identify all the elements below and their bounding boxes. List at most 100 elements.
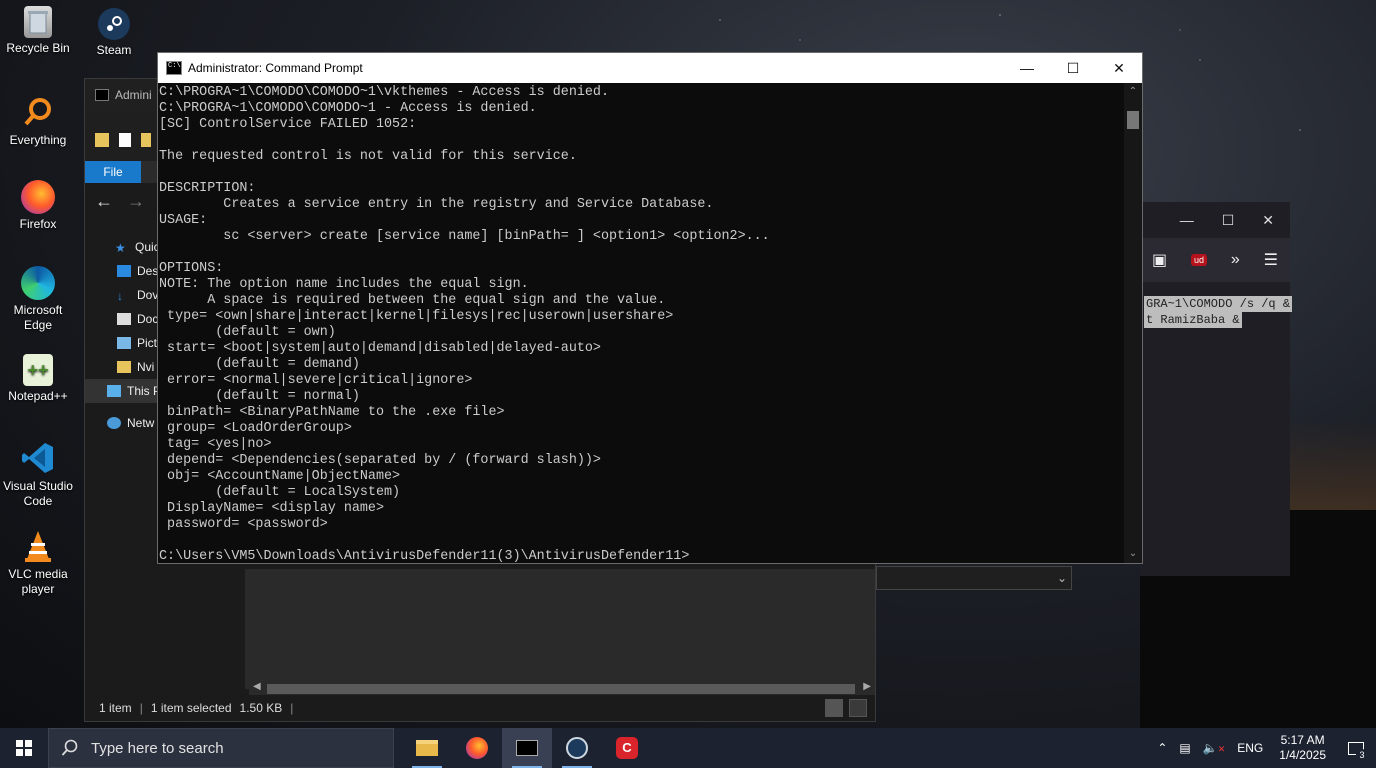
details-view-icon[interactable] [825,699,843,717]
desktop-icon-label: Everything [9,133,67,147]
edge-icon [21,266,55,300]
console-line: USAGE: [159,213,208,228]
scroll-up-icon[interactable]: ⌃ [1124,83,1142,101]
console-line: Creates a service entry in the registry … [159,197,714,212]
console-line: obj= <AccountName|ObjectName> [159,469,401,484]
view-buttons [825,699,867,717]
status-bar: 1 item | 1 item selected 1.50 KB | [85,695,875,721]
desktop-icon-vlc[interactable]: VLC media player [0,528,76,597]
console-line: (default = demand) [159,357,360,372]
sidebar-item-label: Doc [137,312,159,326]
clock[interactable]: 5:17 AM 1/4/2025 [1269,733,1336,763]
close-button[interactable]: ✕ [1096,53,1142,83]
status-size: 1.50 KB [239,701,283,715]
maximize-button[interactable]: ☐ [1050,53,1096,83]
status-item-count: 1 item [99,701,132,715]
language-indicator[interactable]: ENG [1231,741,1269,755]
maximize-icon[interactable]: ☐ [1222,212,1235,229]
minimize-button[interactable]: — [1004,53,1050,83]
start-button[interactable] [0,728,48,768]
recycle-bin-icon [24,6,52,38]
cmd-icon [516,740,538,756]
scroll-left-icon[interactable]: ◀ [253,681,261,692]
clock-date: 1/4/2025 [1279,748,1326,762]
taskbar-comodo[interactable]: C [602,728,652,768]
minimize-icon[interactable]: — [1180,212,1194,228]
sidebar-item-label: Des [137,264,159,278]
taskbar-steam[interactable] [552,728,602,768]
steam-icon [98,8,130,40]
desktop-icon-label: Recycle Bin [6,41,70,55]
maximize-icon: ☐ [1066,59,1080,76]
console-line: C:\Users\VM5\Downloads\AntivirusDefender… [159,549,690,564]
taskbar-search-box[interactable]: Type here to search [48,728,394,768]
cmd-titlebar[interactable]: Administrator: Command Prompt — ☐ ✕ [158,53,1142,83]
back-arrow-icon[interactable]: ← [95,191,113,212]
desktop-icon-vscode[interactable]: Visual Studio Code [0,440,76,509]
notification-count: 3 [1356,749,1368,761]
desktop-icon-everything[interactable]: Everything [0,94,76,148]
taskbar-file-explorer[interactable] [402,728,452,768]
scroll-right-icon[interactable]: ▶ [863,681,871,692]
extensions-icon[interactable]: ▣ [1152,250,1167,270]
folder-icon[interactable] [141,133,151,147]
console-output[interactable]: C:\PROGRA~1\COMODO\COMODO~1\vkthemes - A… [158,85,1124,564]
desktop-icon-label: Microsoft Edge [13,303,63,332]
tab-file[interactable]: File [85,161,141,183]
console-line: DisplayName= <display name> [159,501,384,516]
scrollbar-thumb[interactable] [1127,111,1139,129]
status-separator: | [290,701,294,715]
taskbar-command-prompt[interactable] [502,728,552,768]
console-line: sc <server> create [service name] [binPa… [159,229,770,244]
command-prompt-window: Administrator: Command Prompt — ☐ ✕ C:\P… [157,52,1143,564]
chevron-up-icon[interactable]: ⌃ [1151,741,1173,755]
scroll-down-icon[interactable]: ⌄ [1124,545,1142,563]
sidebar-item-label: Netw [127,416,155,430]
desktop-icon-recycle-bin[interactable]: Recycle Bin [0,6,76,56]
close-icon[interactable]: ✕ [1262,212,1274,229]
console-line: tag= <yes|no> [159,437,272,452]
taskbar: Type here to search C ⌃ ▤ 🔈✕ ENG 5:17 AM… [0,728,1376,768]
browser-toolbar: ▣ ud » ☰ [1140,238,1290,282]
volume-muted-icon[interactable]: 🔈✕ [1197,741,1232,755]
console-line: (default = LocalSystem) [159,485,401,500]
network-icon[interactable]: ▤ [1173,741,1196,755]
folder-icon[interactable] [95,133,109,147]
console-line: group= <LoadOrderGroup> [159,421,352,436]
status-separator: | [139,701,143,715]
scrollbar-thumb[interactable] [267,684,855,694]
notification-center-button[interactable]: 3 [1336,728,1376,768]
picture-icon [117,337,131,349]
minimize-icon: — [1020,60,1034,76]
taskbar-firefox[interactable] [452,728,502,768]
comodo-icon: C [616,737,638,759]
console-line: binPath= <BinaryPathName to the .exe fil… [159,405,505,420]
console-line: type= <own|share|interact|kernel|filesys… [159,309,674,324]
ublock-icon[interactable]: ud [1190,254,1207,266]
explorer-file-list[interactable] [245,569,875,689]
network-icon [107,417,121,429]
forward-arrow-icon[interactable]: → [127,191,145,212]
large-icons-view-icon[interactable] [849,699,867,717]
desktop-icon-notepadpp[interactable]: ++ Notepad++ [0,354,76,404]
file-explorer-icon [416,740,438,756]
desktop-icon-steam[interactable]: Steam [76,8,152,58]
browser-window: — ☐ ✕ ▣ ud » ☰ GRA~1\COMODO /s /q & t Ra… [1140,202,1293,576]
windows-logo-icon [16,740,32,756]
notepadpp-icon: ++ [23,354,53,386]
console-line: (default = own) [159,325,336,340]
overflow-chevrons-icon[interactable]: » [1231,251,1240,269]
vertical-scrollbar[interactable]: ⌃ ⌄ [1124,83,1142,563]
dropdown-field[interactable]: ⌄ [876,566,1072,590]
desktop-icon-edge[interactable]: Microsoft Edge [0,266,76,333]
desktop-icon [117,265,131,277]
console-line: The requested control is not valid for t… [159,149,577,164]
firefox-icon [21,180,55,214]
console-line: [SC] ControlService FAILED 1052: [159,117,417,132]
checkbox-icon[interactable] [119,133,131,147]
desktop-icon-firefox[interactable]: Firefox [0,180,76,232]
console-line: (default = normal) [159,389,360,404]
menu-hamburger-icon[interactable]: ☰ [1264,250,1278,270]
